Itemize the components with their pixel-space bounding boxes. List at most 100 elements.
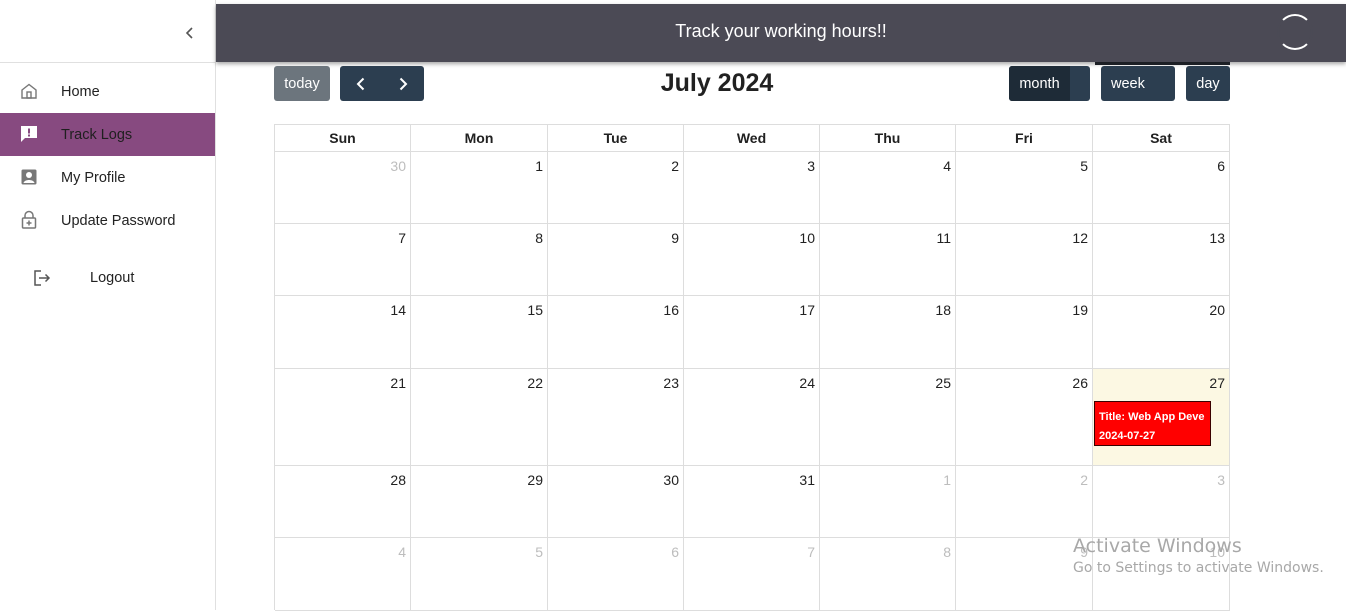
day-number[interactable]: 30 bbox=[663, 472, 679, 488]
day-view-button[interactable]: day bbox=[1186, 66, 1230, 101]
prev-month-button[interactable] bbox=[340, 66, 382, 101]
day-cell[interactable]: 20 bbox=[1093, 296, 1230, 369]
activate-windows-hint: Go to Settings to activate Windows. bbox=[1073, 560, 1324, 576]
avatar-loading-icon[interactable] bbox=[1277, 14, 1313, 50]
day-cell[interactable]: 30 bbox=[275, 152, 411, 224]
day-number[interactable]: 14 bbox=[390, 302, 406, 318]
day-cell[interactable]: 11 bbox=[820, 224, 956, 296]
day-cell[interactable]: 12 bbox=[956, 224, 1093, 296]
next-month-button[interactable] bbox=[382, 66, 424, 101]
day-cell[interactable]: 7 bbox=[684, 538, 820, 611]
sidebar-item-my-profile[interactable]: My Profile bbox=[0, 156, 215, 199]
day-number[interactable]: 15 bbox=[527, 302, 543, 318]
day-number[interactable]: 5 bbox=[535, 544, 543, 560]
day-number[interactable]: 26 bbox=[1072, 375, 1088, 391]
day-number[interactable]: 6 bbox=[1217, 158, 1225, 174]
day-cell[interactable]: 22 bbox=[411, 369, 548, 466]
day-number[interactable]: 10 bbox=[799, 230, 815, 246]
day-cell[interactable]: 18 bbox=[820, 296, 956, 369]
collapse-sidebar-button[interactable] bbox=[178, 21, 202, 45]
day-cell[interactable]: 27 Title: Web App Deve 2024-07-27 bbox=[1093, 369, 1230, 466]
day-number[interactable]: 2 bbox=[671, 158, 679, 174]
day-cell[interactable]: 1 bbox=[411, 152, 548, 224]
day-number[interactable]: 27 bbox=[1209, 375, 1225, 391]
weekday-header: Sun bbox=[275, 125, 411, 152]
logout-button[interactable]: Logout bbox=[0, 257, 215, 300]
day-number[interactable]: 16 bbox=[663, 302, 679, 318]
day-number[interactable]: 9 bbox=[671, 230, 679, 246]
day-cell[interactable]: 26 bbox=[956, 369, 1093, 466]
day-number[interactable]: 28 bbox=[390, 472, 406, 488]
day-cell[interactable]: 25 bbox=[820, 369, 956, 466]
day-cell[interactable]: 13 bbox=[1093, 224, 1230, 296]
day-cell[interactable]: 14 bbox=[275, 296, 411, 369]
sidebar-item-track-logs[interactable]: Track Logs bbox=[0, 113, 215, 156]
day-number[interactable]: 6 bbox=[671, 544, 679, 560]
day-number[interactable]: 25 bbox=[935, 375, 951, 391]
day-cell[interactable]: 3 bbox=[684, 152, 820, 224]
day-cell[interactable]: 5 bbox=[411, 538, 548, 611]
day-cell[interactable]: 9 bbox=[548, 224, 684, 296]
day-number[interactable]: 3 bbox=[1217, 472, 1225, 488]
day-cell[interactable]: 30 bbox=[548, 466, 684, 538]
day-cell[interactable]: 21 bbox=[275, 369, 411, 466]
day-number[interactable]: 7 bbox=[807, 544, 815, 560]
day-cell[interactable]: 8 bbox=[820, 538, 956, 611]
day-number[interactable]: 21 bbox=[390, 375, 406, 391]
day-cell[interactable]: 4 bbox=[275, 538, 411, 611]
feedback-icon bbox=[18, 123, 40, 145]
day-number[interactable]: 19 bbox=[1072, 302, 1088, 318]
day-cell[interactable]: 10 bbox=[684, 224, 820, 296]
day-number[interactable]: 8 bbox=[943, 544, 951, 560]
day-cell[interactable]: 24 bbox=[684, 369, 820, 466]
day-cell[interactable]: 2 bbox=[548, 152, 684, 224]
day-cell[interactable]: 17 bbox=[684, 296, 820, 369]
day-number[interactable]: 17 bbox=[799, 302, 815, 318]
day-cell[interactable]: 1 bbox=[820, 466, 956, 538]
day-cell[interactable]: 31 bbox=[684, 466, 820, 538]
day-number[interactable]: 23 bbox=[663, 375, 679, 391]
day-number[interactable]: 12 bbox=[1072, 230, 1088, 246]
day-number[interactable]: 31 bbox=[799, 472, 815, 488]
day-cell[interactable]: 19 bbox=[956, 296, 1093, 369]
day-cell[interactable]: 16 bbox=[548, 296, 684, 369]
day-cell[interactable]: 3 bbox=[1093, 466, 1230, 538]
day-cell[interactable]: 6 bbox=[1093, 152, 1230, 224]
day-cell[interactable]: 4 bbox=[820, 152, 956, 224]
day-cell[interactable]: 15 bbox=[411, 296, 548, 369]
day-cell[interactable]: 7 bbox=[275, 224, 411, 296]
day-number[interactable]: 5 bbox=[1080, 158, 1088, 174]
day-number[interactable]: 18 bbox=[935, 302, 951, 318]
day-cell[interactable]: 23 bbox=[548, 369, 684, 466]
day-number[interactable]: 20 bbox=[1209, 302, 1225, 318]
day-number[interactable]: 30 bbox=[390, 158, 406, 174]
today-button[interactable]: today bbox=[274, 66, 330, 101]
app-header-title: Track your working hours!! bbox=[675, 21, 887, 41]
week-view-button[interactable]: week bbox=[1101, 66, 1175, 101]
day-number[interactable]: 7 bbox=[398, 230, 406, 246]
sidebar-item-update-password[interactable]: Update Password bbox=[0, 199, 215, 242]
day-cell[interactable]: 5 bbox=[956, 152, 1093, 224]
day-cell[interactable]: 29 bbox=[411, 466, 548, 538]
day-number[interactable]: 8 bbox=[535, 230, 543, 246]
month-view-button[interactable]: month bbox=[1009, 66, 1090, 101]
day-number[interactable]: 4 bbox=[943, 158, 951, 174]
day-number[interactable]: 22 bbox=[527, 375, 543, 391]
header-divider bbox=[1095, 62, 1230, 65]
day-cell[interactable]: 6 bbox=[548, 538, 684, 611]
day-cell[interactable]: 28 bbox=[275, 466, 411, 538]
day-number[interactable]: 11 bbox=[936, 230, 951, 246]
day-cell[interactable]: 8 bbox=[411, 224, 548, 296]
day-number[interactable]: 3 bbox=[807, 158, 815, 174]
day-number[interactable]: 24 bbox=[799, 375, 815, 391]
day-number[interactable]: 4 bbox=[398, 544, 406, 560]
day-cell[interactable]: 2 bbox=[956, 466, 1093, 538]
day-number[interactable]: 1 bbox=[535, 158, 543, 174]
calendar-event[interactable]: Title: Web App Deve 2024-07-27 bbox=[1094, 401, 1211, 446]
day-number[interactable]: 13 bbox=[1209, 230, 1225, 246]
day-number[interactable]: 2 bbox=[1080, 472, 1088, 488]
day-number[interactable]: 1 bbox=[943, 472, 951, 488]
sidebar-item-home[interactable]: Home bbox=[0, 70, 215, 113]
day-number[interactable]: 29 bbox=[527, 472, 543, 488]
logout-label: Logout bbox=[90, 270, 135, 286]
